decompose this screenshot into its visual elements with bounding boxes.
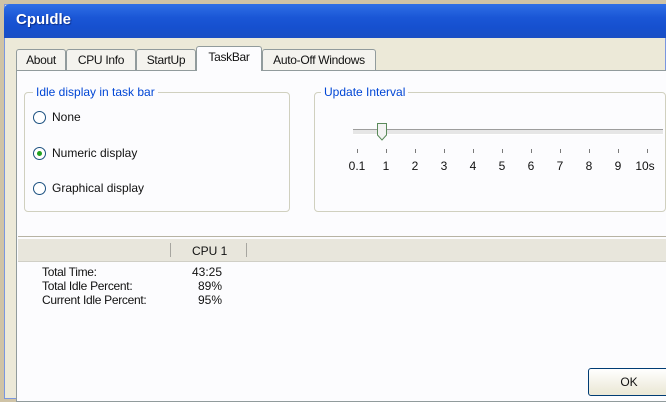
tab-taskbar[interactable]: TaskBar bbox=[196, 46, 262, 71]
idle-display-group: Idle display in task bar None Numeric di… bbox=[24, 85, 290, 212]
tab-auto-off-windows[interactable]: Auto-Off Windows bbox=[262, 49, 376, 70]
interval-tick-label: 10s bbox=[635, 159, 655, 173]
interval-tick bbox=[473, 149, 474, 153]
cpu-info-list: CPU 1 Total Time: 43:25 Total Idle Perce… bbox=[18, 236, 666, 345]
app-window: CpuIdle About CPU Info StartUp TaskBar A… bbox=[4, 4, 666, 402]
ok-button[interactable]: OK bbox=[588, 368, 666, 396]
update-interval-legend: Update Interval bbox=[321, 85, 409, 99]
radio-numeric-display-label: Numeric display bbox=[52, 146, 138, 160]
row-total-idle-value: 89% bbox=[197, 279, 222, 293]
radio-graphical-display[interactable]: Graphical display bbox=[33, 179, 144, 197]
update-interval-group: Update Interval 0.1 1 2 3 4 5 6 7 8 9 10… bbox=[314, 85, 666, 212]
interval-slider-track[interactable] bbox=[353, 129, 663, 135]
interval-tick-label: 6 bbox=[527, 159, 535, 173]
interval-tick bbox=[386, 149, 387, 153]
interval-tick-label: 9 bbox=[614, 159, 622, 173]
interval-tick-label: 7 bbox=[556, 159, 564, 173]
row-current-idle-value: 95% bbox=[197, 293, 222, 307]
row-current-idle-label: Current Idle Percent: bbox=[42, 293, 147, 307]
interval-tick-label: 3 bbox=[440, 159, 448, 173]
radio-numeric-display[interactable]: Numeric display bbox=[33, 144, 137, 162]
header-separator bbox=[170, 243, 171, 257]
column-cpu-1[interactable]: CPU 1 bbox=[192, 244, 227, 258]
interval-tick bbox=[444, 149, 445, 153]
tab-cpu-info[interactable]: CPU Info bbox=[66, 49, 136, 70]
row-total-idle-label: Total Idle Percent: bbox=[42, 279, 133, 293]
title-bar[interactable]: CpuIdle bbox=[4, 4, 666, 38]
radio-graphical-display-label: Graphical display bbox=[52, 181, 145, 195]
radio-none-label: None bbox=[52, 110, 81, 124]
interval-tick-label: 4 bbox=[469, 159, 477, 173]
tab-about[interactable]: About bbox=[16, 49, 66, 70]
interval-tick bbox=[647, 149, 648, 153]
interval-tick-label: 5 bbox=[498, 159, 506, 173]
header-separator bbox=[246, 243, 247, 257]
interval-tick-label: 2 bbox=[411, 159, 419, 173]
interval-tick bbox=[502, 149, 503, 153]
cpu-info-header: CPU 1 bbox=[18, 239, 666, 262]
row-total-time-value: 43:25 bbox=[191, 265, 222, 279]
interval-tick-label: 1 bbox=[382, 159, 390, 173]
interval-tick bbox=[415, 149, 416, 153]
radio-none[interactable]: None bbox=[33, 108, 81, 126]
interval-slider-thumb[interactable] bbox=[377, 123, 387, 141]
radio-graphical-display-indicator[interactable] bbox=[33, 181, 46, 195]
interval-tick bbox=[560, 149, 561, 153]
window-title: CpuIdle bbox=[16, 11, 71, 28]
interval-tick-label: 8 bbox=[585, 159, 593, 173]
interval-tick bbox=[357, 149, 358, 153]
interval-tick bbox=[531, 149, 532, 153]
interval-tick bbox=[589, 149, 590, 153]
radio-none-indicator[interactable] bbox=[33, 110, 46, 124]
row-total-time-label: Total Time: bbox=[42, 265, 97, 279]
interval-tick bbox=[618, 149, 619, 153]
radio-numeric-display-indicator[interactable] bbox=[33, 146, 46, 160]
idle-display-legend: Idle display in task bar bbox=[33, 85, 158, 99]
interval-tick-label: 0.1 bbox=[348, 159, 366, 173]
tab-startup[interactable]: StartUp bbox=[136, 49, 196, 70]
